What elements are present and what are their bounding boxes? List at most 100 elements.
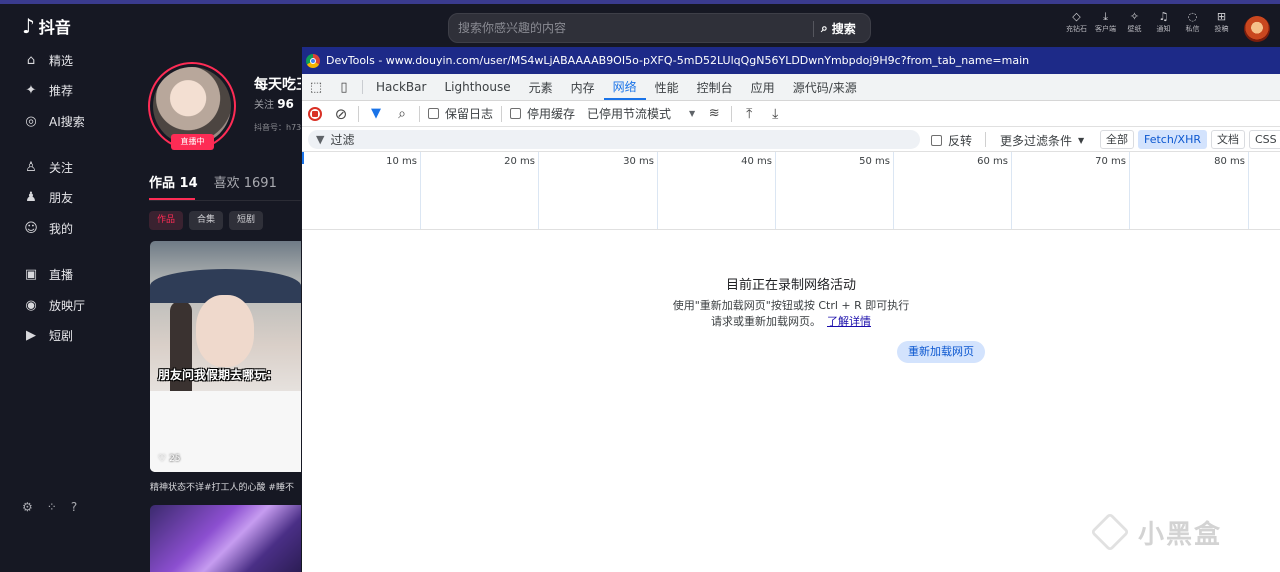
sidebar-item-label: 推荐 [49,84,74,98]
profile-id: 抖音号：h73 [254,123,301,132]
search-button[interactable]: ⌕ 搜索 [821,18,856,38]
top-icon-group: ◇ 充钻石 ⤓ 客户端 ✧ 壁纸 ♫ 通知 ◌ 私信 ⊞ 投稿 [1064,10,1234,34]
network-timeline-overview[interactable]: 10 ms 20 ms 30 ms 40 ms 50 ms 60 ms 70 ms 80 ms [302,152,1280,230]
devtools-tab[interactable]: 应用 [742,74,784,100]
sidebar-item-label: 直播 [49,268,74,282]
search-input[interactable] [458,18,808,38]
filter-chip[interactable]: 合集 [189,211,224,230]
top-icon-label: 私信 [1185,25,1200,33]
record-button[interactable] [302,101,328,127]
profile-follow-stat[interactable]: 关注 96 [254,96,301,111]
sidebar-item-cinema[interactable]: ◉ 放映厅 [22,297,85,314]
network-conditions-icon[interactable]: ≋ [701,101,727,127]
sidebar-item-follow[interactable]: ♙ 关注 [22,159,73,176]
top-icon-label: 通知 [1156,25,1171,33]
sidebar-item-label: 放映厅 [49,299,86,313]
tab-likes[interactable]: 喜欢 1691 [214,172,277,191]
network-toolbar: ⊘ ▼ ⌕ 保留日志 停用缓存 已停用节流模式 ▼ ≋ ⤒ ⤓ [302,101,1280,127]
tiktok-note-icon: ♪ [22,14,35,38]
help-icon[interactable]: ? [71,500,77,514]
filter-chip[interactable]: 短剧 [229,211,264,230]
video-title[interactable]: 精神状态不详#打工人的心酸 #睡不 [150,480,301,493]
sidebar-item-me[interactable]: ☺ 我的 [22,220,73,237]
timeline-tick-label: 50 ms [859,156,890,167]
invert-checkbox[interactable]: 反转 [931,132,972,149]
sidebar-item-label: 短剧 [49,329,74,343]
grid-icon[interactable]: ⁘ [47,500,57,514]
type-filter-button[interactable]: Fetch/XHR [1138,130,1207,149]
filter-funnel-icon[interactable]: ▼ [363,101,389,127]
more-filters-dropdown[interactable]: 更多过滤条件 ▼ [1000,132,1084,149]
resource-type-filters: 全部 Fetch/XHR 文档 CSS [1100,130,1280,149]
top-upload-button[interactable]: ⊞ 投稿 [1209,10,1234,34]
throttling-value: 已停用节流模式 [587,107,672,121]
devtools-tab[interactable]: HackBar [367,74,435,100]
devtools-tab[interactable]: 元素 [520,74,562,100]
timeline-tick-label: 70 ms [1095,156,1126,167]
timeline-gridline [657,152,658,229]
filter-chip[interactable]: 作品 [149,211,184,230]
chrome-icon [306,53,320,68]
invert-label: 反转 [948,134,973,148]
top-message-button[interactable]: ◌ 私信 [1180,10,1205,34]
douyin-logo[interactable]: ♪ 抖音 [22,14,71,38]
settings-icon[interactable]: ⚙ [22,500,33,514]
sidebar-item-label: 朋友 [49,191,74,205]
user-avatar[interactable] [1244,16,1270,42]
device-toolbar-icon[interactable]: ▯ [330,74,358,100]
timeline-tick-label: 40 ms [741,156,772,167]
message-icon: ◌ [1187,10,1198,23]
top-bell-button[interactable]: ♫ 通知 [1151,10,1176,34]
diamond-icon: ◇ [1072,10,1081,23]
checkbox-box [510,108,522,119]
sidebar-item-ai-search[interactable]: ◎ AI搜索 [22,113,85,130]
filter-input[interactable] [330,132,891,147]
chevron-down-icon: ▼ [1078,136,1085,145]
sidebar-item-friends[interactable]: ♟ 朋友 [22,189,73,206]
filter-input-wrap: ▼ [308,130,920,149]
devtools-tab[interactable]: 性能 [646,74,688,100]
import-har-icon[interactable]: ⤒ [736,101,762,127]
inspect-element-icon[interactable]: ⬚ [302,74,330,100]
type-filter-button[interactable]: 全部 [1100,130,1134,149]
devtools-tab[interactable]: 控制台 [688,74,742,100]
top-download-button[interactable]: ⤓ 客户端 [1093,10,1118,34]
sidebar-item-home[interactable]: ⌂ 精选 [22,52,73,69]
clear-icon[interactable]: ⊘ [328,101,354,127]
devtools-tab[interactable]: 源代码/来源 [784,74,866,100]
learn-more-link[interactable]: 了解详情 [827,315,871,328]
sidebar-item-label: AI搜索 [49,115,85,129]
video-card[interactable] [150,505,301,572]
sidebar-item-sparkle[interactable]: ✦ 推荐 [22,82,73,99]
profile-tabs: 作品 14 喜欢 1691 [149,172,277,191]
type-filter-button[interactable]: 文档 [1210,130,1245,149]
timeline-gridline [1129,152,1130,229]
sidebar-item-drama[interactable]: ▶ 短剧 [22,327,73,344]
preserve-log-checkbox[interactable]: 保留日志 [428,105,493,122]
sidebar-item-live[interactable]: ▣ 直播 [22,266,73,283]
throttling-select[interactable]: 已停用节流模式 ▼ [587,105,695,122]
reload-page-button[interactable]: 重新加载网页 [897,341,985,363]
search-divider [813,21,814,37]
top-icon-label: 投稿 [1214,25,1229,33]
chevron-down-icon: ▼ [689,109,696,118]
top-wallpaper-button[interactable]: ✧ 壁纸 [1122,10,1147,34]
devtools-title: DevTools - www.douyin.com/user/MS4wLjABA… [326,54,1030,67]
checkbox-box [931,135,942,146]
stop-recording-icon [308,106,322,121]
search-icon[interactable]: ⌕ [389,101,415,127]
export-har-icon[interactable]: ⤓ [762,101,788,127]
live-badge[interactable]: 直播中 [171,134,214,150]
type-filter-button[interactable]: CSS [1248,130,1280,149]
watermark-text: 小黑盒 [1138,519,1223,550]
logo-text: 抖音 [38,18,71,37]
timeline-gridline [775,152,776,229]
video-card[interactable]: 朋友问我假期去哪玩： ♡ 25 [150,241,301,472]
tab-works[interactable]: 作品 14 [149,172,198,191]
devtools-tab[interactable]: Lighthouse [435,74,519,100]
more-filters-label: 更多过滤条件 [1000,134,1073,148]
top-diamond-button[interactable]: ◇ 充钻石 [1064,10,1089,34]
devtools-tab[interactable]: 网络 [603,74,646,100]
devtools-tab[interactable]: 内存 [562,74,604,100]
disable-cache-checkbox[interactable]: 停用缓存 [510,105,575,122]
